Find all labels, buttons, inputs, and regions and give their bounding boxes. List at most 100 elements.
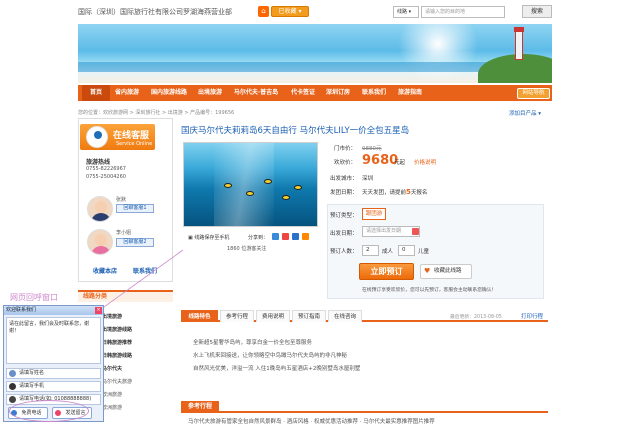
share-renren-icon[interactable] bbox=[292, 233, 299, 240]
hotline-phone: 0755-25004260 bbox=[86, 174, 126, 180]
site-title: 国际（深圳）国际旅行社有限公司罗湖海燕营业部 bbox=[78, 8, 232, 16]
chat-name-input[interactable]: 请填写姓名 bbox=[6, 368, 101, 379]
customer-service-icon bbox=[86, 126, 108, 148]
book-now-button[interactable]: 立即预订 bbox=[359, 263, 414, 280]
feature-line: 水上飞机来回接送，让你领略空中鸟瞰马尔代夫岛屿的非凡神秘 bbox=[193, 353, 348, 359]
fish-icon bbox=[294, 185, 302, 190]
depart-city-value: 深圳 bbox=[362, 176, 374, 182]
favorite-route-button[interactable]: 收藏此线路 bbox=[420, 264, 472, 279]
nav-item-home[interactable]: 首页 bbox=[82, 85, 110, 101]
itinerary-heading: 参考行程 bbox=[181, 401, 219, 413]
image-light-ray bbox=[214, 143, 274, 226]
route-category-item[interactable]: 马尔代夫 bbox=[102, 365, 122, 372]
bookmark-shop-link[interactable]: 收藏本店 bbox=[93, 266, 117, 275]
print-itinerary-link[interactable]: 打印行程 bbox=[521, 312, 543, 320]
fish-icon bbox=[282, 195, 290, 200]
booking-people-label: 预订人数： bbox=[330, 249, 358, 255]
price-note-link[interactable]: 价格说明 bbox=[414, 158, 436, 166]
popup-annotation-label: 网页回呼窗口 bbox=[10, 293, 58, 302]
depart-date-prefix: 天天发团，请提前 bbox=[362, 190, 407, 196]
nav-item-visa[interactable]: 代卡签证 bbox=[286, 85, 320, 101]
nav-item-guide[interactable]: 旅游指南 bbox=[392, 85, 428, 101]
fish-icon bbox=[224, 183, 232, 188]
agent-chat-button[interactable]: 回聊客服1 bbox=[116, 204, 154, 213]
breadcrumb[interactable]: 您的位置：欢欣旅游网 > 深圳旅行社 > 出境游 > 产品编号：199656 bbox=[78, 109, 234, 116]
home-icon[interactable]: ⌂ bbox=[258, 6, 269, 17]
product-image[interactable] bbox=[183, 142, 318, 227]
route-category-item[interactable]: 出境旅游线路 bbox=[102, 326, 132, 333]
nav-item-contact[interactable]: 联系我们 bbox=[356, 85, 392, 101]
phone-icon bbox=[9, 396, 16, 403]
agent-name: 李小姐 bbox=[116, 230, 132, 236]
booking-type-label: 预订类型： bbox=[330, 213, 358, 219]
tab-guide[interactable]: 预订指南 bbox=[292, 310, 326, 322]
follower-count: 1860 位游客关注 bbox=[227, 246, 267, 252]
annotation-highlight-ellipse bbox=[9, 400, 89, 422]
nav-item-outbound[interactable]: 出境旅游 bbox=[194, 85, 226, 101]
user-icon bbox=[9, 370, 16, 377]
fish-icon bbox=[264, 179, 272, 184]
save-to-phone-link[interactable]: ▣ 线路保存至手机 bbox=[188, 234, 229, 241]
calendar-icon[interactable] bbox=[412, 228, 419, 235]
search-button[interactable]: 搜索 bbox=[522, 5, 552, 18]
fish-icon bbox=[246, 191, 254, 196]
nav-item-domestic[interactable]: 国内旅游线路 bbox=[144, 85, 194, 101]
share-label: 分享到： bbox=[248, 235, 269, 241]
nav-item-hotel[interactable]: 深圳订房 bbox=[320, 85, 356, 101]
hotline-phone: 0755-82226967 bbox=[86, 166, 126, 172]
booking-panel bbox=[327, 204, 544, 299]
tab-consult[interactable]: 在线咨询 bbox=[328, 310, 362, 322]
product-title: 国庆马尔代夫莉莉岛6天自由行 马尔代夫LILY一价全包五星岛 bbox=[181, 126, 410, 136]
market-price-label: 门市价： bbox=[334, 146, 357, 152]
breadcrumb-action-link[interactable]: 添加目产品 ▾ bbox=[509, 109, 541, 117]
header-banner bbox=[78, 24, 552, 83]
chat-message-textarea[interactable]: 请在此留言，我们会及时联系您，谢谢！ bbox=[6, 317, 101, 364]
chat-mobile-input[interactable]: 请填写手机 bbox=[6, 381, 101, 392]
agent-chat-button[interactable]: 回聊客服2 bbox=[116, 238, 154, 247]
children-input[interactable]: 0 bbox=[398, 245, 415, 256]
site-nav-button[interactable]: 网站导航 bbox=[517, 88, 550, 99]
price-unit: 元起 bbox=[394, 160, 406, 166]
last-updated: 最后更新：2013-08-05 bbox=[450, 315, 502, 320]
route-category-item[interactable]: 日韩旅游推荐 bbox=[102, 339, 132, 346]
nav-item-province[interactable]: 省内旅游 bbox=[110, 85, 144, 101]
booking-tip: 在线预订享受欢欣价，您可以先预订，客服会主动联系您确认！ bbox=[362, 288, 497, 293]
depart-city-label: 出发城市： bbox=[330, 176, 358, 182]
route-category-item[interactable]: 欧洲旅游 bbox=[102, 391, 122, 398]
depart-date-suffix: 天报名 bbox=[410, 190, 428, 196]
feature-line: 自然风光优美，洋溢一流 入住1晚岛屿五星酒店+2晚别墅岛水屋别墅 bbox=[193, 366, 361, 372]
nav-item-maldives[interactable]: 马尔代夫·普吉岛 bbox=[226, 85, 286, 101]
route-category-heading: 线路分类 bbox=[78, 290, 173, 302]
contact-us-link[interactable]: 联系我们 bbox=[133, 266, 157, 275]
tab-itinerary[interactable]: 参考行程 bbox=[220, 310, 254, 322]
main-nav: 首页 省内旅游 国内旅游线路 出境旅游 马尔代夫·普吉岛 代卡签证 深圳订房 联… bbox=[78, 85, 552, 101]
route-category-item[interactable]: 出境旅游 bbox=[102, 313, 122, 320]
chat-popup-header: 欢迎联系我们 bbox=[4, 306, 103, 315]
banner-sun bbox=[398, 24, 478, 83]
feature-line: 全新超5星奢华岛屿，尊享白金一价全包至尊服务 bbox=[193, 340, 313, 346]
route-category-item[interactable]: 日韩旅游线路 bbox=[102, 352, 132, 359]
booking-date-label: 出发日期： bbox=[330, 231, 358, 237]
close-icon[interactable]: × bbox=[95, 307, 102, 314]
search-input[interactable]: 请输入您的目的地 bbox=[421, 6, 505, 18]
favorite-button[interactable]: 已收藏 ▾ bbox=[271, 6, 309, 17]
share-more-icon[interactable] bbox=[302, 233, 309, 240]
agent-avatar bbox=[87, 229, 113, 255]
online-service-title: 在线客服 bbox=[113, 131, 150, 141]
search-category-select[interactable]: 线路 ▾ bbox=[393, 6, 419, 18]
tab-features[interactable]: 线路特色 bbox=[181, 310, 218, 322]
agent-avatar bbox=[87, 196, 113, 222]
route-category-item[interactable]: 马尔代夫旅游 bbox=[102, 378, 132, 385]
depart-date-label: 发团日期： bbox=[330, 190, 358, 196]
share-qzone-icon[interactable] bbox=[272, 233, 279, 240]
share-weibo-icon[interactable] bbox=[282, 233, 289, 240]
tab-cost[interactable]: 费用说明 bbox=[256, 310, 290, 322]
market-price-value: 9880元 bbox=[362, 146, 382, 152]
adults-label: 成人 bbox=[382, 249, 394, 255]
children-label: 儿童 bbox=[418, 249, 430, 255]
booking-type-option[interactable]: 跟团游 bbox=[362, 208, 386, 220]
chat-mobile-placeholder: 请填写手机 bbox=[19, 383, 45, 389]
our-price-label: 欢欣价： bbox=[334, 160, 357, 166]
adults-input[interactable]: 2 bbox=[362, 245, 379, 256]
route-category-item[interactable]: 欧洲旅游 bbox=[102, 404, 122, 411]
